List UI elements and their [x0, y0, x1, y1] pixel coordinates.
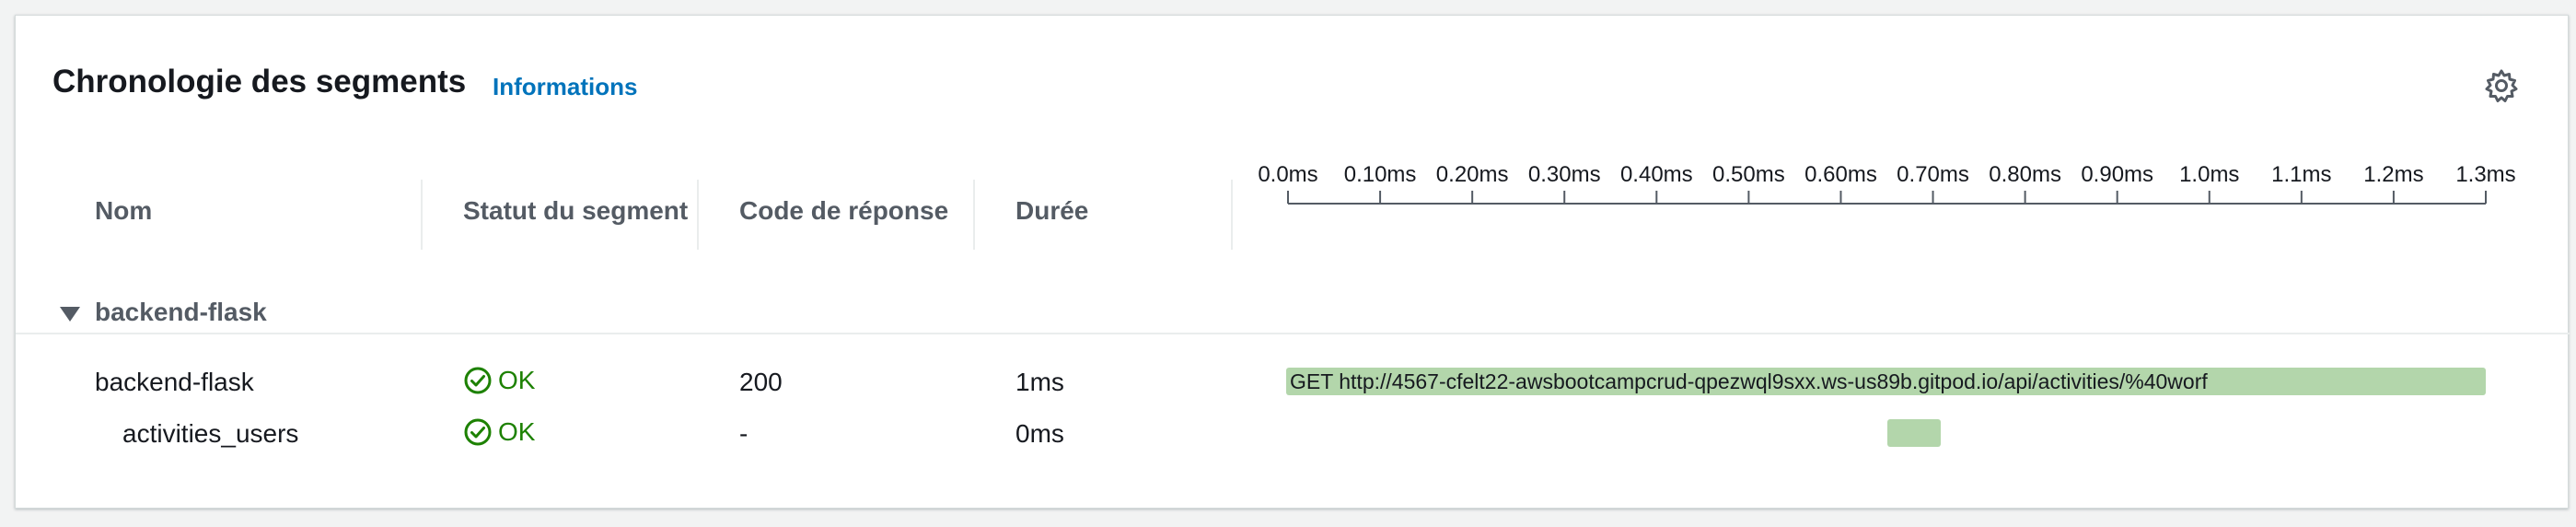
timeline-bar[interactable]: GET http://4567-cfelt22-awsbootcampcrud-… [1286, 368, 2486, 395]
response-code: 200 [739, 368, 783, 396]
axis-tick-label: 0.60ms [1804, 162, 1877, 187]
axis-tick-label: 1.1ms [2271, 162, 2331, 187]
group-row [16, 285, 2570, 334]
column-divider[interactable] [973, 180, 975, 250]
duration: 1ms [1015, 368, 1064, 396]
check-circle-icon [464, 367, 492, 394]
column-header-status: Statut du segment [463, 196, 689, 225]
check-circle-icon [464, 418, 492, 446]
status-label: OK [498, 417, 536, 446]
segment-status: OK [463, 417, 535, 447]
response-code: - [739, 419, 748, 448]
axis-tick-label: 0.50ms [1712, 162, 1785, 187]
timeline-axis: 0.0ms 0.10ms 0.20ms 0.30ms 0.40ms 0.50ms 0.60m… [1258, 162, 2516, 205]
axis-tick-label: 1.3ms [2455, 162, 2515, 187]
column-divider[interactable] [421, 180, 423, 250]
column-divider [1231, 180, 1233, 250]
timeline-bar[interactable] [1887, 419, 1941, 447]
info-link[interactable]: Informations [493, 73, 637, 101]
group-name[interactable]: backend-flask [95, 298, 267, 327]
duration: 0ms [1015, 419, 1064, 448]
segment-name[interactable]: backend-flask [95, 368, 254, 397]
axis-tick-label: 0.70ms [1897, 162, 1969, 187]
segment-status: OK [463, 366, 535, 395]
axis-tick-label: 0.10ms [1344, 162, 1417, 187]
axis-tick-label: 1.2ms [2363, 162, 2423, 187]
axis-tick-label: 1.0ms [2179, 162, 2239, 187]
panel-title: Chronologie des segments [52, 64, 467, 100]
column-header-duration: Durée [1015, 196, 1089, 225]
axis-tick-label: 0.40ms [1620, 162, 1693, 187]
axis-tick-label: 0.0ms [1258, 162, 1317, 187]
segment-name[interactable]: activities_users [122, 419, 298, 449]
status-label: OK [498, 366, 536, 394]
column-header-name: Nom [95, 196, 153, 225]
caret-down-icon[interactable] [60, 307, 80, 322]
axis-tick-label: 0.20ms [1436, 162, 1509, 187]
gear-icon[interactable] [2483, 67, 2520, 104]
axis-tick-label: 0.80ms [1989, 162, 2061, 187]
segments-timeline-panel: Chronologie des segments Informations No… [15, 15, 2570, 509]
axis-tick-label: 0.30ms [1528, 162, 1601, 187]
column-header-response-code: Code de réponse [739, 196, 949, 225]
column-divider[interactable] [697, 180, 699, 250]
timeline-bar-label: GET http://4567-cfelt22-awsbootcampcrud-… [1290, 369, 2208, 393]
axis-tick-label: 0.90ms [2081, 162, 2153, 187]
